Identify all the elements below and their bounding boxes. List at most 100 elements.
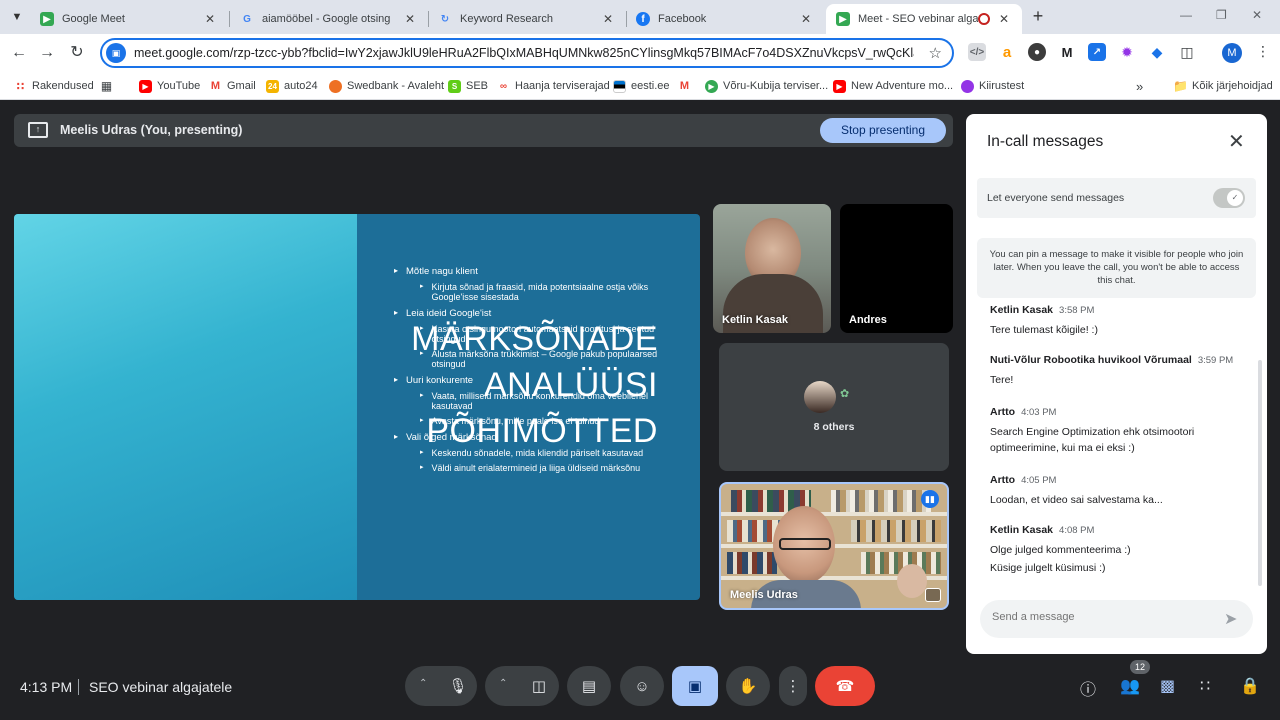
bookmark-voru[interactable]: ▶ Võru-Kubija terviser... (705, 78, 828, 94)
arrow-right-icon: → (39, 44, 55, 61)
grid-icon: ▦ (100, 79, 113, 93)
profile-avatar[interactable]: M (1222, 43, 1242, 63)
message-list[interactable]: Ketlin Kasak 3:58 PM Tere tulemast kõigil… (966, 302, 1267, 598)
bookmark-haanja[interactable]: ∞ Haanja terviserajad (497, 78, 610, 94)
extension-m-icon[interactable]: M (1058, 43, 1076, 61)
send-icon[interactable]: ➤ (1224, 609, 1237, 629)
bookmark-kiirustest[interactable]: Kiirustest (961, 78, 1024, 94)
reload-button[interactable]: ↻ (66, 42, 88, 64)
microphone-icon[interactable]: 🎙 (448, 677, 467, 695)
emoji-icon: ☺ (634, 677, 650, 695)
camera-control[interactable]: ⌃ ◫ (485, 666, 559, 706)
extension-dark-icon[interactable]: ● (1028, 43, 1046, 61)
slide-bullet: Mõtle nagu klient (394, 266, 674, 277)
extension-amazon-icon[interactable]: a (998, 43, 1016, 61)
let-everyone-send-row: Let everyone send messages ✓ (977, 178, 1256, 218)
bookmark-new-adventure[interactable]: ▶ New Adventure mo... (833, 78, 953, 94)
extension-code-icon[interactable]: </> (968, 43, 986, 61)
bookmark-auto24[interactable]: 24 auto24 (266, 78, 318, 94)
chat-icon[interactable]: ▩ (1160, 676, 1175, 696)
bookmark-youtube[interactable]: ▶ YouTube (139, 78, 200, 94)
activities-grid-icon[interactable]: ∷ (1200, 676, 1210, 696)
bookmark-swedbank[interactable]: Swedbank - Avaleht (329, 78, 444, 94)
host-controls-lock-icon[interactable]: 🔒 (1240, 676, 1260, 696)
chevron-down-icon: ▼ (11, 11, 23, 23)
tab-search-button[interactable]: ▼ (6, 6, 28, 28)
bookmark-label: Kiirustest (979, 80, 1025, 92)
more-options-button[interactable]: ⋮ (779, 666, 807, 706)
reactions-button[interactable]: ☺ (620, 666, 664, 706)
bookmark-seb[interactable]: S SEB (448, 78, 488, 94)
avatar (804, 381, 836, 413)
chat-message: Artto 4:03 PM Search Engine Optimization … (990, 406, 1252, 456)
bookmark-grid[interactable]: ▦ (100, 78, 118, 94)
bookmark-star-icon[interactable]: ☆ (929, 44, 942, 62)
close-icon[interactable]: ✕ (1228, 129, 1245, 154)
presented-slide: MÄRKSÕNADE ANALÜÜSI PÕHIMÕTTED Mõtle nag… (14, 214, 700, 600)
chevron-up-icon[interactable]: ⌃ (499, 678, 507, 689)
meet-stage: ↑ Meelis Udras (You, presenting) Stop pr… (0, 100, 1280, 720)
video-camera-icon[interactable]: ◫ (532, 677, 546, 695)
extension-chart-icon[interactable]: ↗ (1088, 43, 1106, 61)
tab-title: Google Meet (62, 13, 125, 25)
message-time: 4:03 PM (1021, 407, 1057, 418)
leave-call-button[interactable]: ☎ (815, 666, 875, 706)
slide-bullet: Vali õiged märksõnad (394, 432, 674, 443)
message-scrollbar[interactable] (1258, 360, 1262, 586)
tab-meet-seo-webinar[interactable]: ▶ Meet - SEO vebinar algajate ✕ (826, 4, 1022, 34)
chevron-up-icon[interactable]: ⌃ (419, 678, 427, 689)
bookshelf-books (831, 490, 931, 512)
participant-name: Ketlin Kasak (722, 314, 789, 326)
google-icon: G (243, 13, 251, 25)
forward-button[interactable]: → (36, 42, 58, 64)
picture-in-picture-icon[interactable] (925, 588, 941, 602)
extension-puzzle-color-icon[interactable]: ✹ (1118, 43, 1136, 61)
others-tile[interactable]: ✿ 8 others (719, 343, 949, 471)
participant-tile-ketlin[interactable]: Ketlin Kasak (713, 204, 831, 333)
participant-tile-andres[interactable]: Andres (840, 204, 953, 333)
bookmark-gmail-2[interactable]: M (678, 78, 696, 94)
bookmark-apps[interactable]: ∷ Rakendused (14, 78, 94, 94)
extensions-puzzle-icon[interactable]: ◫ (1178, 43, 1196, 61)
close-window-button[interactable]: ✕ (1252, 8, 1262, 22)
raise-hand-button[interactable]: ✋ (726, 666, 770, 706)
close-icon[interactable]: ✕ (798, 12, 814, 26)
extension-tag-icon[interactable]: ◆ (1148, 43, 1166, 61)
close-icon[interactable]: ✕ (202, 12, 218, 26)
participant-name: Meelis Udras (730, 589, 798, 601)
message-text: Loodan, et video sai salvestama ka... (990, 494, 1163, 506)
url-text[interactable]: meet.google.com/rzp-tzcc-ybb?fbclid=IwY2… (134, 46, 914, 60)
stop-presenting-button[interactable]: Stop presenting (820, 118, 946, 143)
tab-keyword-research[interactable]: ↻ Keyword Research ✕ (428, 4, 626, 34)
close-icon[interactable]: ✕ (402, 12, 418, 26)
bookmark-eesti[interactable]: eesti.ee (613, 78, 670, 94)
present-now-button[interactable]: ▣ (672, 666, 718, 706)
sender-name: Artto (990, 406, 1016, 418)
tab-google-meet[interactable]: ▶ Google Meet ✕ (30, 4, 228, 34)
close-icon[interactable]: ✕ (600, 12, 616, 26)
hand-icon: ✋ (738, 678, 758, 695)
maximize-button[interactable]: ❐ (1216, 8, 1227, 22)
address-bar[interactable]: ▣ meet.google.com/rzp-tzcc-ybb?fbclid=Iw… (100, 38, 954, 68)
bookmarks-all-folder[interactable]: 📁 Kõik järjehoidjad (1173, 78, 1273, 94)
captions-button[interactable]: ▤ (567, 666, 611, 706)
tab-facebook[interactable]: f Facebook ✕ (626, 4, 824, 34)
back-button[interactable]: ← (8, 42, 30, 64)
new-tab-button[interactable]: + (1028, 6, 1048, 26)
people-icon[interactable]: 👥 (1120, 676, 1140, 696)
meeting-info-icon[interactable]: ⓘ (1080, 676, 1096, 700)
tab-google-search[interactable]: G aiamööbel - Google otsing ✕ (230, 4, 428, 34)
let-everyone-send-toggle[interactable]: ✓ (1213, 188, 1245, 208)
bookshelf (721, 512, 947, 516)
more-vertical-icon[interactable]: ⋮ (1256, 43, 1270, 60)
bookmarks-overflow-button[interactable]: » (1136, 78, 1143, 94)
voru-icon: ▶ (705, 79, 718, 93)
microphone-control[interactable]: ⌃ 🎙 (405, 666, 477, 706)
slide-bullet: Uuri konkurente (394, 375, 674, 386)
bookmark-gmail[interactable]: M Gmail (209, 78, 256, 94)
send-message-input[interactable] (992, 611, 1212, 623)
self-view-tile[interactable]: ▮▮ Meelis Udras (719, 482, 949, 610)
minimize-button[interactable]: — (1180, 8, 1192, 22)
chat-message: Ketlin Kasak 3:58 PM Tere tulemast kõigil… (990, 304, 1252, 338)
close-icon[interactable]: ✕ (996, 12, 1012, 26)
